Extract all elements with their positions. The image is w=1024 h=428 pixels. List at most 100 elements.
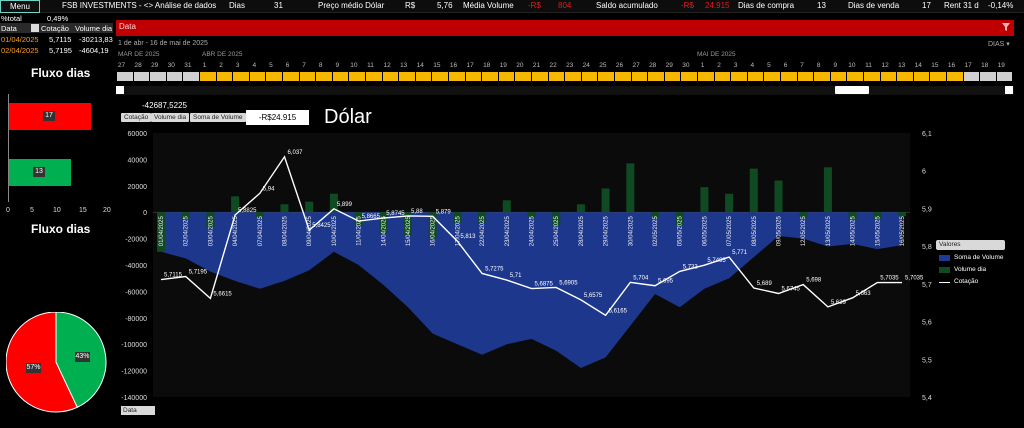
y-left-tick: -60000 [125, 289, 147, 296]
field-button-volume-dia[interactable]: Volume dia [151, 113, 190, 122]
day-cell[interactable] [581, 72, 598, 81]
dias-compra-label: Dias de compra [738, 1, 795, 10]
day-cell[interactable] [930, 72, 946, 81]
menu-button[interactable]: Menu [0, 0, 40, 13]
dias-label: Dias [229, 1, 246, 10]
day-cell[interactable] [482, 72, 498, 81]
day-cell[interactable] [814, 72, 830, 81]
data-field-button[interactable]: Data [121, 406, 155, 415]
day-cell[interactable] [565, 72, 581, 81]
day-cell[interactable] [382, 72, 399, 81]
day-number: 12 [383, 62, 391, 69]
day-cell[interactable] [781, 72, 797, 81]
data-label-cotacao: 5,899 [337, 202, 353, 208]
day-cell[interactable] [681, 72, 697, 81]
day-number: 13 [400, 62, 408, 69]
day-cell[interactable] [183, 72, 199, 81]
day-cell[interactable] [399, 72, 415, 81]
day-cell[interactable] [648, 72, 664, 81]
day-cell[interactable] [166, 72, 183, 81]
data-label-cotacao: 5,7275 [485, 266, 504, 272]
day-cell[interactable] [415, 72, 432, 81]
legend-soma: Soma de Volume [954, 254, 1004, 261]
day-cell[interactable] [548, 72, 565, 81]
x-category-label: 14/04/2025 [381, 216, 387, 247]
day-cell[interactable] [947, 72, 963, 81]
rent-label: Rent 31 d [944, 1, 979, 10]
day-cell[interactable] [897, 72, 913, 81]
table-row-cotacao: 5,7195 [49, 46, 72, 55]
period-dropdown[interactable]: DIAS ▾ [988, 40, 1010, 48]
day-number: 9 [335, 62, 340, 69]
day-cell[interactable] [249, 72, 266, 81]
x-category-label: 02/04/2025 [184, 216, 190, 247]
scroll-left-arrow[interactable] [116, 86, 124, 94]
bar-volume-dia [774, 180, 783, 213]
y-right-tick: 5,9 [922, 206, 932, 213]
day-cell[interactable] [316, 72, 332, 81]
col-header-data[interactable]: Data [1, 24, 17, 33]
day-cell[interactable] [299, 72, 316, 81]
bar-volume-dia [898, 212, 906, 217]
day-cell[interactable] [864, 72, 880, 81]
x-category-label: 25/04/2025 [554, 216, 560, 247]
day-cell[interactable] [747, 72, 764, 81]
field-button-soma-volume[interactable]: Soma de Volume [190, 113, 246, 122]
day-cell[interactable] [266, 72, 282, 81]
day-cell[interactable] [631, 72, 648, 81]
day-number: 11 [865, 62, 872, 69]
date-slicer-header[interactable] [116, 20, 1014, 36]
data-label-cotacao: 5,879 [436, 209, 452, 215]
data-label-cotacao: 6,037 [288, 150, 304, 156]
day-cell[interactable] [830, 72, 847, 81]
day-cell[interactable] [698, 72, 714, 81]
day-cell[interactable] [133, 72, 150, 81]
day-cell[interactable] [764, 72, 780, 81]
day-cell[interactable] [332, 72, 349, 81]
day-cell[interactable] [366, 72, 382, 81]
day-cell[interactable] [963, 72, 980, 81]
day-cell[interactable] [515, 72, 531, 81]
day-cell[interactable] [200, 72, 216, 81]
x-category-label: 08/04/2025 [283, 216, 289, 247]
day-cell[interactable] [216, 72, 233, 81]
day-cell[interactable] [615, 72, 631, 81]
fluxo-dias-title: Fluxo dias [31, 66, 91, 80]
data-label-cotacao: 5,7035 [880, 276, 899, 282]
day-cell[interactable] [233, 72, 249, 81]
day-cell[interactable] [880, 72, 897, 81]
day-cell[interactable] [731, 72, 747, 81]
day-cell[interactable] [117, 72, 133, 81]
day-cell[interactable] [598, 72, 614, 81]
data-label-cotacao: 5,7195 [189, 270, 208, 276]
day-cell[interactable] [996, 72, 1013, 81]
day-cell[interactable] [432, 72, 448, 81]
day-cell[interactable] [349, 72, 365, 81]
x-category-label: 30/04/2025 [628, 216, 634, 247]
day-cell[interactable] [847, 72, 863, 81]
day-cell[interactable] [797, 72, 814, 81]
day-cell[interactable] [498, 72, 515, 81]
day-number: 29 [151, 62, 159, 69]
bar-volume-dia [749, 168, 758, 213]
day-cell[interactable] [980, 72, 996, 81]
day-cell[interactable] [532, 72, 548, 81]
day-cell[interactable] [664, 72, 681, 81]
day-number: 5 [767, 62, 771, 69]
field-button-cotacao[interactable]: Cotação [121, 113, 152, 122]
day-number: 16 [947, 62, 956, 69]
scroll-thumb[interactable] [835, 86, 869, 94]
day-cell[interactable] [913, 72, 930, 81]
data-label-cotacao: 5,663 [856, 291, 872, 297]
data-label-cotacao: 5,88 [411, 209, 423, 215]
day-cell[interactable] [465, 72, 482, 81]
scroll-right-arrow[interactable] [1005, 86, 1013, 94]
timeline-scrollbar[interactable] [116, 86, 1014, 95]
clear-filter-icon[interactable] [1001, 22, 1011, 32]
day-cell[interactable] [283, 72, 299, 81]
data-label-cotacao: 5,639 [831, 300, 847, 306]
day-cell[interactable] [449, 72, 465, 81]
day-cell[interactable] [714, 72, 731, 81]
filter-icon[interactable] [31, 24, 39, 32]
day-cell[interactable] [150, 72, 166, 81]
